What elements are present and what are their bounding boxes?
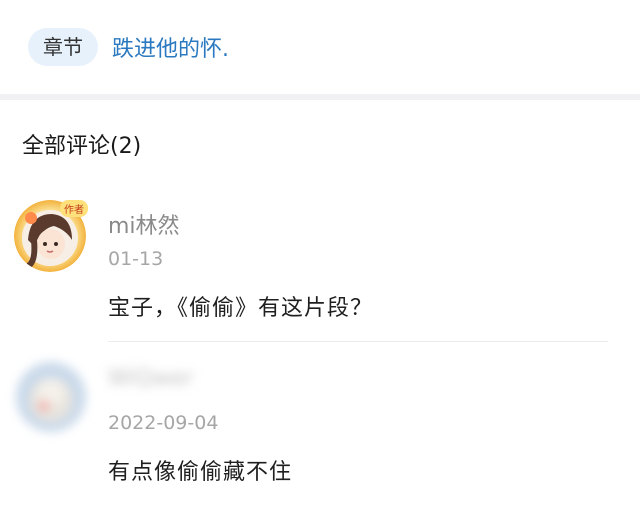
comments-header: 全部评论(2) <box>22 134 142 159</box>
comment-text: 有点像偷偷藏不住 <box>108 460 293 485</box>
comment-date: 01-13 <box>108 248 164 270</box>
chapter-tag: 章节 <box>28 28 98 66</box>
user-avatar-image <box>16 362 86 432</box>
comment-date: 2022-09-04 <box>108 412 219 434</box>
comment-username[interactable]: mi林然 <box>108 208 180 240</box>
comment-divider <box>108 341 608 342</box>
chapter-bar: 章节 跌进他的怀. <box>0 0 640 94</box>
comment-item: WiQwer 2022-09-04 有点像偷偷藏不住 <box>0 352 640 502</box>
comment-username[interactable]: WiQwer <box>108 366 193 391</box>
author-badge: 作者 <box>60 200 88 217</box>
comment-item: 作者 mi林然 01-13 宝子，《偷偷》有这片段？ <box>0 180 640 340</box>
chapter-title-link[interactable]: 跌进他的怀. <box>112 31 229 63</box>
avatar[interactable] <box>16 362 86 432</box>
comment-text: 宝子，《偷偷》有这片段？ <box>108 296 374 321</box>
